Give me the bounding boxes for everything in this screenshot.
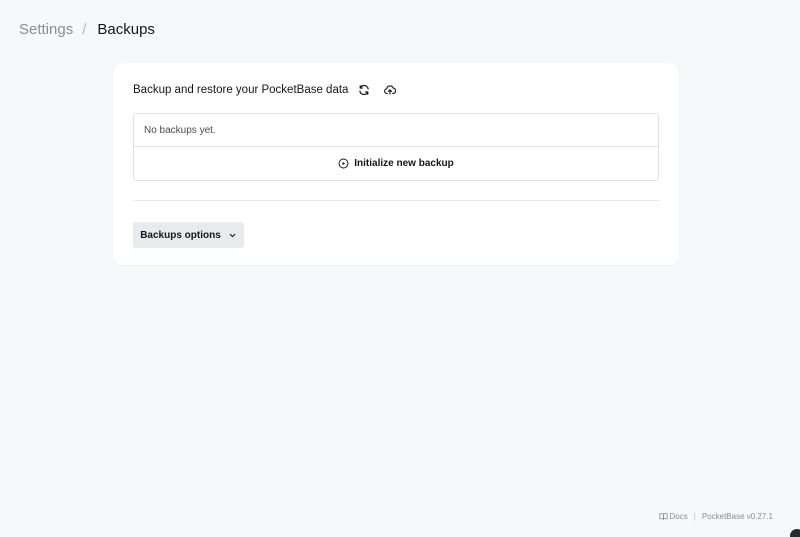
breadcrumb-separator: /	[82, 21, 87, 38]
docs-label: Docs	[669, 512, 688, 521]
breadcrumb-settings[interactable]: Settings	[19, 19, 73, 41]
footer-separator: |	[693, 512, 696, 521]
panel-title: Backup and restore your PocketBase data	[133, 84, 349, 96]
cloud-upload-icon[interactable]	[380, 80, 400, 100]
chevron-down-icon	[229, 233, 236, 237]
backups-options-label: Backups options	[140, 229, 221, 241]
play-circle-icon	[338, 158, 349, 169]
divider	[133, 200, 660, 201]
page-title: Backups	[97, 21, 155, 38]
breadcrumb: Settings / Backups	[19, 19, 155, 41]
refresh-icon[interactable]	[354, 80, 374, 100]
page: Settings / Backups Backup and restore yo…	[0, 0, 800, 537]
backups-list: No backups yet. Initialize new backup	[133, 113, 659, 181]
backups-options-button[interactable]: Backups options	[133, 222, 244, 248]
corner-widget[interactable]	[790, 529, 800, 537]
empty-state-text: No backups yet.	[144, 124, 216, 136]
initialize-backup-label: Initialize new backup	[354, 158, 454, 169]
docs-link[interactable]: Docs	[658, 512, 688, 521]
panel-header: Backup and restore your PocketBase data	[133, 80, 400, 100]
backups-panel: Backup and restore your PocketBase data	[113, 63, 679, 265]
footer: Docs | PocketBase v0.27.1	[658, 512, 773, 521]
version-link[interactable]: PocketBase v0.27.1	[702, 512, 773, 521]
empty-state: No backups yet.	[134, 114, 658, 147]
book-icon	[658, 513, 668, 520]
initialize-backup-button[interactable]: Initialize new backup	[134, 147, 658, 180]
